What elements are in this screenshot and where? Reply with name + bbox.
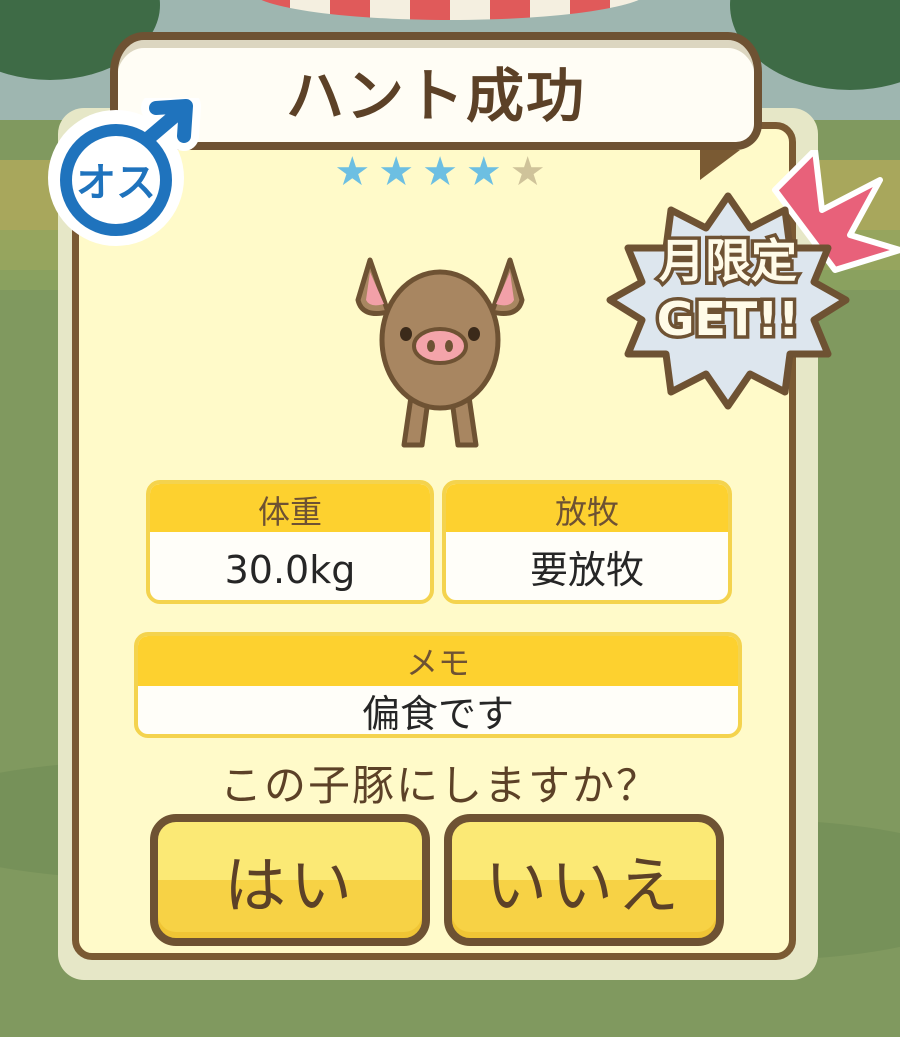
limited-badge-line1: 月限定 — [656, 231, 801, 292]
star-filled-icon: ★ — [422, 149, 458, 195]
grazing-label: 放牧 — [446, 484, 728, 532]
memo-panel: メモ 偏食です — [134, 632, 742, 738]
grazing-value: 要放牧 — [529, 548, 644, 592]
weight-value: 30.0kg — [224, 548, 356, 592]
yes-button-label: はい — [223, 849, 356, 922]
star-empty-icon: ★ — [509, 149, 546, 195]
rating-stars: ★ ★ ★ ★ ★ — [310, 150, 570, 194]
limited-get-badge: 月限定 GET!! — [600, 150, 900, 430]
yes-button[interactable]: はい — [150, 814, 430, 946]
grazing-panel: 放牧 要放牧 — [442, 480, 732, 604]
dialog-title: ハント成功 — [285, 62, 586, 130]
weight-panel: 体重 30.0kg — [146, 480, 434, 604]
title-ribbon: ハント成功 — [110, 32, 762, 150]
gender-badge: オス — [44, 98, 204, 248]
male-symbol-icon: オス — [48, 98, 201, 246]
star-filled-icon: ★ — [465, 149, 502, 195]
limited-badge-line2: GET!! — [653, 289, 803, 350]
gender-label: オス — [76, 160, 156, 206]
weight-label: 体重 — [150, 484, 430, 532]
star-filled-icon: ★ — [378, 149, 415, 195]
star-filled-icon: ★ — [334, 149, 371, 195]
memo-label: メモ — [138, 636, 738, 686]
memo-value: 偏食です — [361, 692, 514, 736]
piglet-image — [340, 240, 540, 460]
no-button-label: いいえ — [484, 849, 683, 922]
no-button[interactable]: いいえ — [444, 814, 724, 946]
piglet-icon — [355, 257, 525, 448]
confirm-question: この子豚にしますか？ — [219, 761, 660, 810]
